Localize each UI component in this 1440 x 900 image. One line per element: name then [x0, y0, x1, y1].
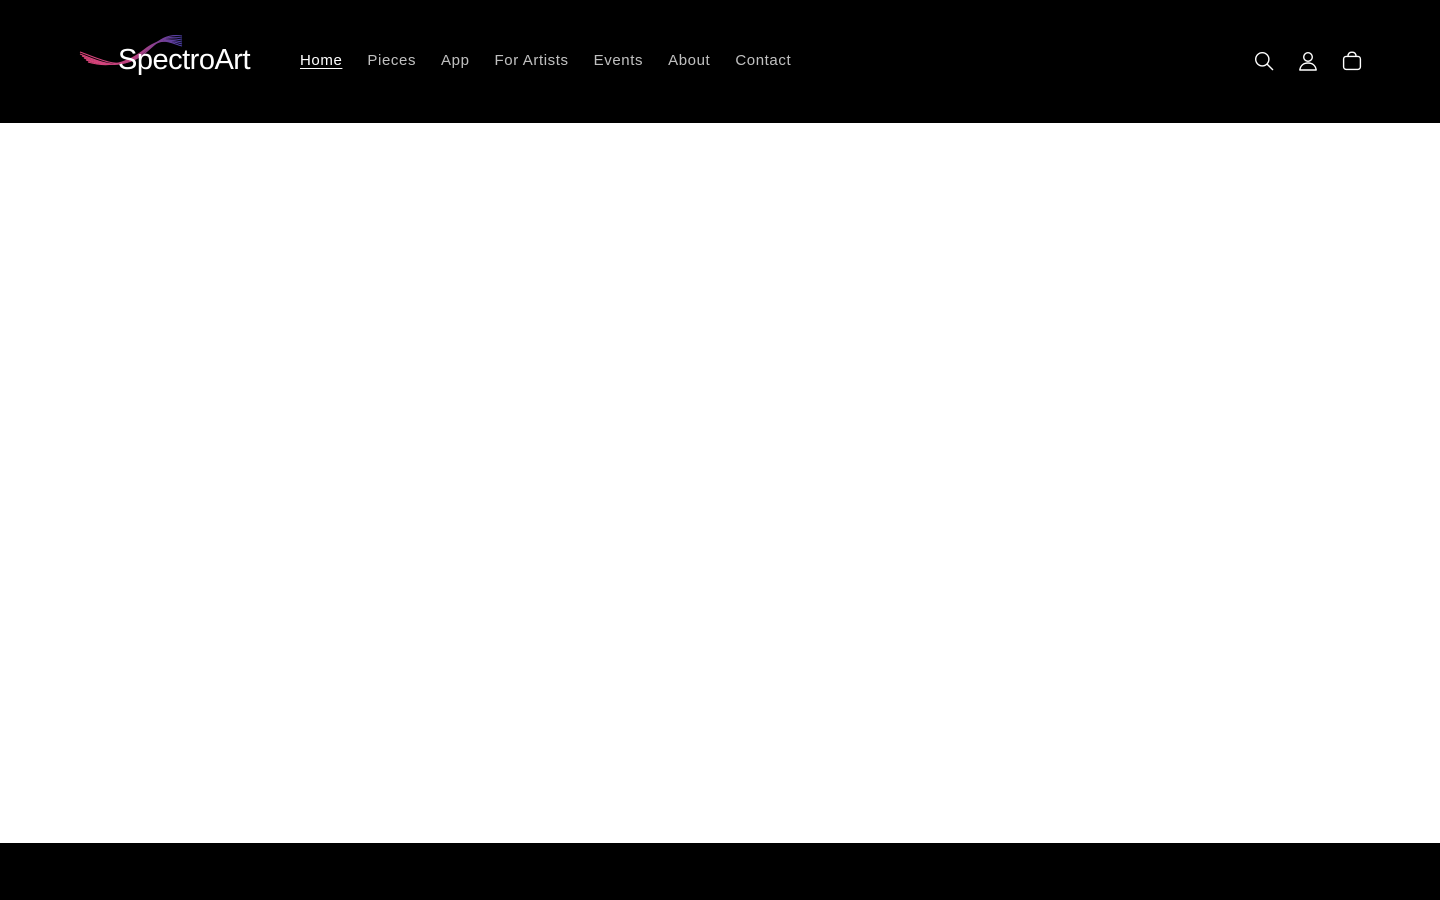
- account-button[interactable]: [1286, 39, 1330, 83]
- nav-item-about[interactable]: About: [668, 50, 710, 72]
- site-header: SpectroArt Home Pieces App For Artists E…: [0, 0, 1440, 123]
- cart-icon: [1342, 51, 1362, 71]
- cart-button[interactable]: [1330, 39, 1374, 83]
- account-icon: [1299, 51, 1317, 71]
- main-content: [0, 123, 1440, 843]
- brand-logo[interactable]: SpectroArt: [78, 30, 251, 88]
- brand-name: SpectroArt: [118, 44, 251, 76]
- nav-item-app[interactable]: App: [441, 50, 470, 72]
- header-icons: [1242, 39, 1374, 83]
- site-footer: [0, 843, 1440, 900]
- nav-item-for-artists[interactable]: For Artists: [495, 50, 569, 72]
- main-nav: Home Pieces App For Artists Events About…: [300, 50, 816, 72]
- nav-item-events[interactable]: Events: [594, 50, 643, 72]
- search-icon: [1255, 52, 1274, 71]
- nav-item-pieces[interactable]: Pieces: [367, 50, 416, 72]
- search-button[interactable]: [1242, 39, 1286, 83]
- nav-item-home[interactable]: Home: [300, 50, 342, 72]
- nav-item-contact[interactable]: Contact: [735, 50, 791, 72]
